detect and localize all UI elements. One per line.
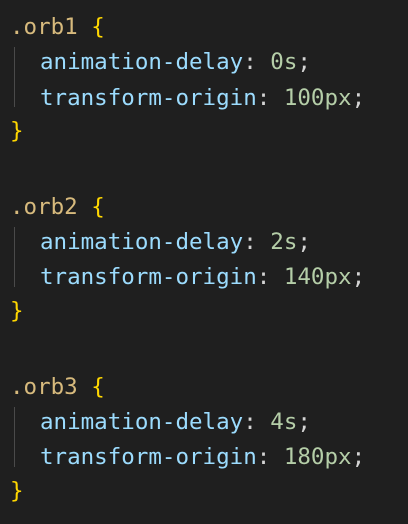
declaration-line: transform-origin: 180px; <box>10 442 365 472</box>
declaration-line: transform-origin: 100px; <box>10 83 365 113</box>
css-selector: .orb1 <box>10 14 78 40</box>
semicolon: ; <box>351 264 366 290</box>
declaration-line: transform-origin: 140px; <box>10 262 365 292</box>
colon: : <box>243 409 257 435</box>
open-brace: { <box>91 194 105 220</box>
css-value: 140px <box>283 264 352 290</box>
colon: : <box>256 85 271 111</box>
rule-selector-line: .orb1 { <box>10 12 105 42</box>
close-brace: } <box>10 298 24 324</box>
rule-selector-line: .orb2 { <box>10 192 105 222</box>
close-brace: } <box>10 478 24 504</box>
css-property: animation-delay <box>40 409 244 435</box>
close-brace: } <box>10 118 24 144</box>
css-value: 100px <box>283 85 352 111</box>
css-selector: .orb2 <box>10 194 78 220</box>
css-property: transform-origin <box>40 85 257 111</box>
semicolon: ; <box>351 444 366 470</box>
declaration-line: animation-delay: 2s; <box>10 227 311 257</box>
semicolon: ; <box>297 229 311 255</box>
colon: : <box>256 264 271 290</box>
code-editor[interactable]: .orb1 { animation-delay: 0s; transform-o… <box>0 0 408 524</box>
css-value: 0s <box>270 49 298 75</box>
css-property: animation-delay <box>40 229 244 255</box>
css-property: transform-origin <box>40 444 257 470</box>
semicolon: ; <box>351 85 366 111</box>
css-value: 4s <box>270 409 298 435</box>
open-brace: { <box>91 374 105 400</box>
semicolon: ; <box>297 409 311 435</box>
colon: : <box>256 444 271 470</box>
declaration-line: animation-delay: 0s; <box>10 47 311 77</box>
colon: : <box>243 229 257 255</box>
rule-selector-line: .orb3 { <box>10 372 105 402</box>
open-brace: { <box>91 14 105 40</box>
rule-close-line: } <box>10 116 24 146</box>
rule-close-line: } <box>10 476 24 506</box>
colon: : <box>243 49 257 75</box>
css-property: transform-origin <box>40 264 257 290</box>
css-value: 2s <box>270 229 298 255</box>
declaration-line: animation-delay: 4s; <box>10 407 311 437</box>
rule-close-line: } <box>10 296 24 326</box>
css-property: animation-delay <box>40 49 244 75</box>
css-value: 180px <box>283 444 352 470</box>
semicolon: ; <box>297 49 311 75</box>
css-selector: .orb3 <box>10 374 78 400</box>
